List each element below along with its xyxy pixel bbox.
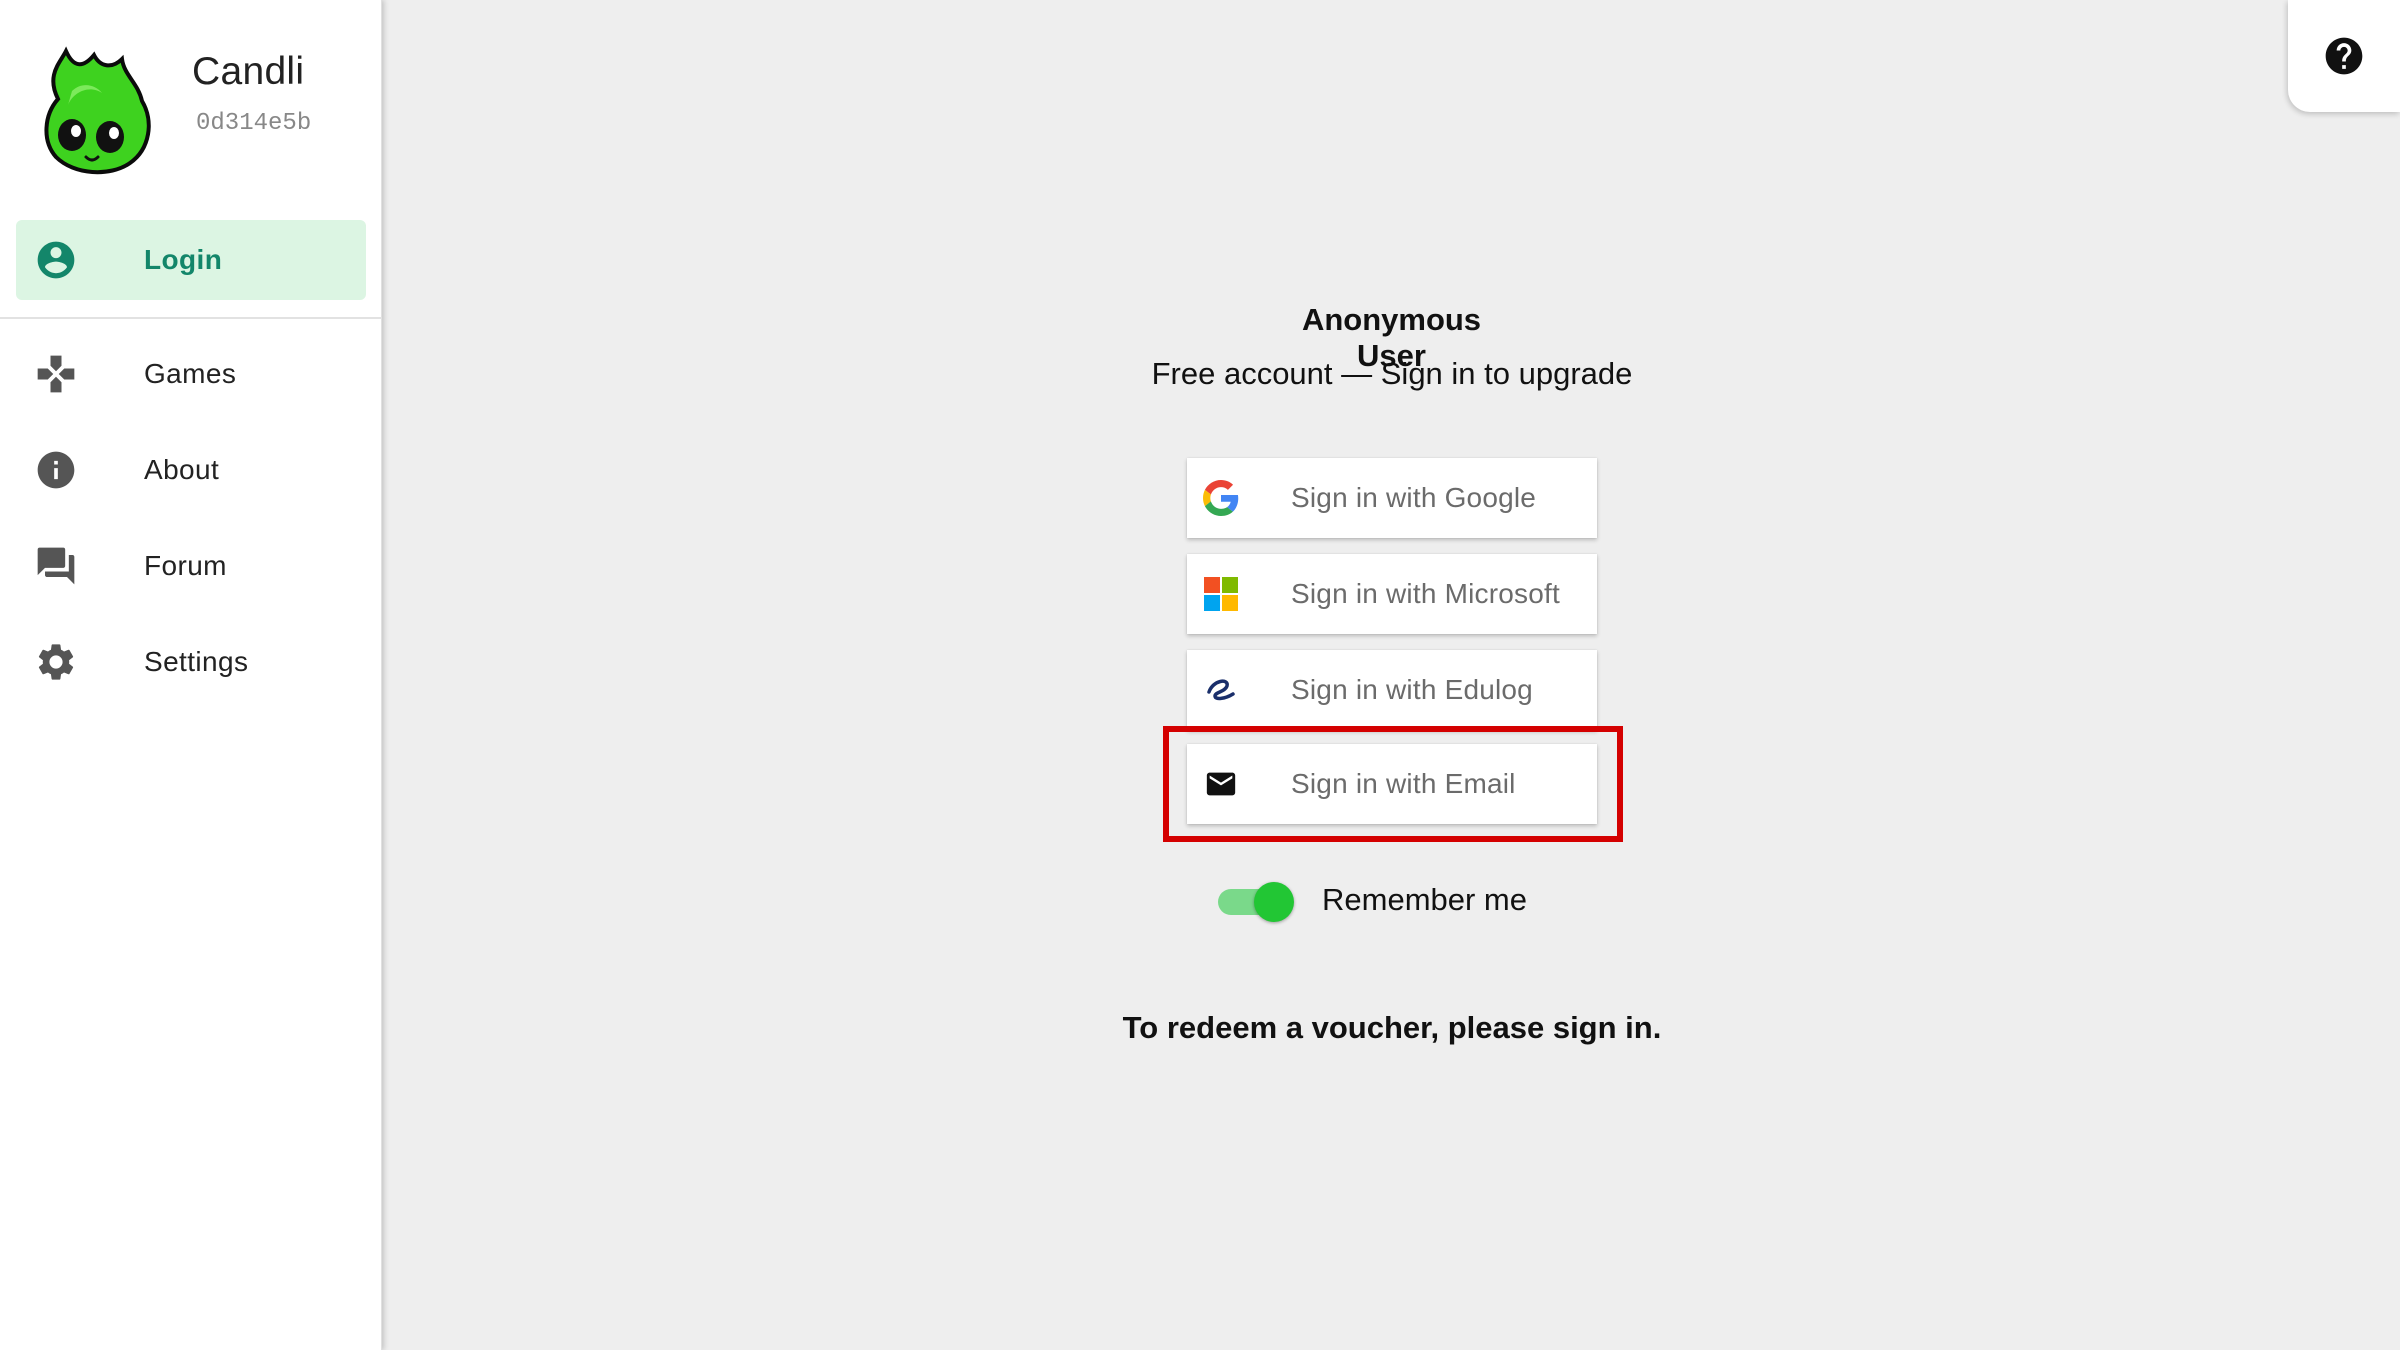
sidebar: Candli 0d314e5b Login Games About Forum …: [0, 0, 382, 1350]
brand-id: 0d314e5b: [196, 110, 312, 137]
remember-me-toggle[interactable]: [1218, 880, 1294, 922]
email-button-highlight: [1163, 726, 1623, 842]
remember-me-label: Remember me: [1322, 882, 1527, 917]
brand-header: Candli 0d314e5b: [0, 0, 382, 200]
sidebar-item-label: Games: [144, 358, 237, 389]
toggle-thumb: [1254, 882, 1294, 922]
sidebar-item-games[interactable]: Games: [16, 334, 366, 414]
sidebar-item-label: About: [144, 454, 220, 485]
sidebar-divider: [0, 317, 382, 319]
edulog-signin-label: Sign in with Edulog: [1291, 674, 1533, 705]
sidebar-item-login[interactable]: Login: [16, 220, 366, 300]
google-signin-button[interactable]: Sign in with Google: [1187, 458, 1597, 538]
sidebar-item-label: Login: [144, 244, 223, 275]
gamepad-icon: [34, 352, 78, 396]
google-icon: [1203, 480, 1239, 516]
sidebar-item-forum[interactable]: Forum: [16, 526, 366, 606]
account-circle-icon: [34, 238, 78, 282]
forum-icon: [34, 544, 78, 588]
microsoft-signin-label: Sign in with Microsoft: [1291, 578, 1560, 609]
gear-icon: [34, 640, 78, 684]
sidebar-item-about[interactable]: About: [16, 430, 366, 510]
edulog-signin-button[interactable]: Sign in with Edulog: [1187, 650, 1597, 730]
microsoft-signin-button[interactable]: Sign in with Microsoft: [1187, 554, 1597, 634]
app: Candli 0d314e5b Login Games About Forum …: [0, 0, 2400, 1350]
edulog-icon: [1203, 672, 1239, 708]
sidebar-item-settings[interactable]: Settings: [16, 622, 366, 702]
microsoft-icon: [1203, 576, 1239, 612]
account-status: Free account — Sign in to upgrade: [1151, 356, 1633, 391]
sidebar-item-label: Settings: [144, 646, 249, 677]
sidebar-item-label: Forum: [144, 550, 227, 581]
help-button[interactable]: [2288, 0, 2400, 112]
google-signin-label: Sign in with Google: [1291, 482, 1537, 513]
voucher-note: To redeem a voucher, please sign in.: [1122, 1010, 1662, 1045]
brand-name: Candli: [192, 50, 305, 93]
candli-logo-icon: [44, 46, 151, 175]
info-icon: [34, 448, 78, 492]
help-circle-icon: [2325, 37, 2363, 75]
